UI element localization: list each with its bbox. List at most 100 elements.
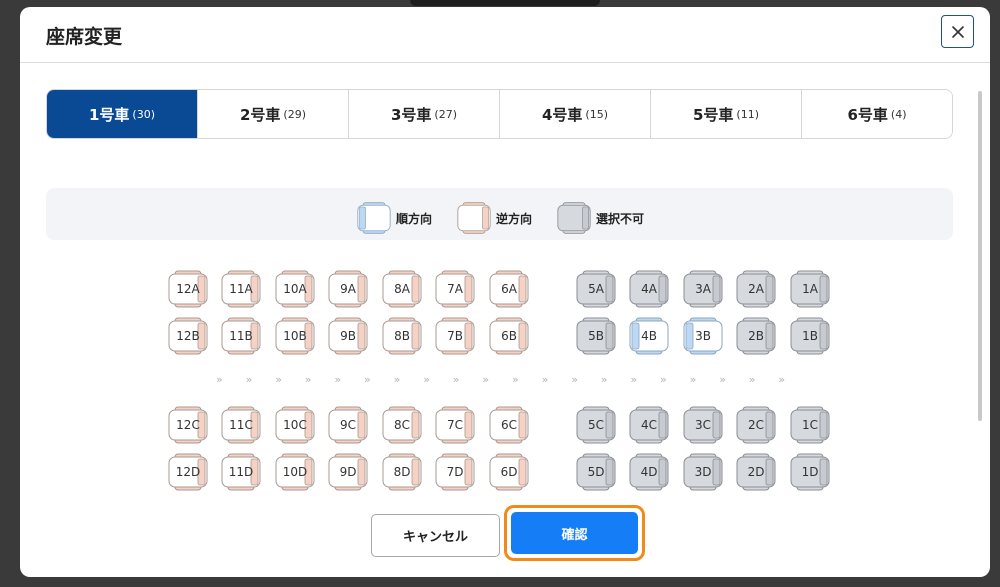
- aisle-direction-icon: »: [689, 373, 697, 386]
- seat-label: 11D: [228, 465, 254, 479]
- aisle-direction-icon: »: [719, 373, 726, 386]
- seat-label: 8C: [393, 418, 410, 432]
- seat-reverse-icon: [457, 202, 491, 234]
- tab-count: (30): [132, 107, 156, 121]
- seat-10A[interactable]: 10A: [274, 269, 316, 309]
- tab-count: (11): [736, 107, 760, 121]
- dialog-header: 座席変更: [20, 7, 990, 63]
- seat-label: 9B: [340, 329, 356, 343]
- seat-8A[interactable]: 8A: [381, 269, 423, 309]
- seat-4D: 4D: [628, 452, 670, 492]
- seat-label: 7C: [446, 418, 463, 432]
- seat-label: 8D: [393, 465, 411, 479]
- seat-label: 11A: [229, 282, 253, 296]
- seat-label: 1B: [802, 329, 818, 343]
- cancel-button[interactable]: キャンセル: [371, 514, 500, 557]
- aisle-direction-icon: »: [541, 373, 549, 386]
- seat-12A[interactable]: 12A: [167, 269, 209, 309]
- seat-10C[interactable]: 10C: [274, 405, 316, 445]
- seat-10D[interactable]: 10D: [274, 452, 316, 492]
- seat-1C: 1C: [789, 405, 831, 445]
- seat-12D[interactable]: 12D: [167, 452, 209, 492]
- aisle-direction-icon: »: [364, 373, 371, 386]
- seat-label: 3D: [694, 465, 712, 479]
- close-button[interactable]: [941, 15, 974, 48]
- tab-car-4[interactable]: 4号車 (15): [499, 90, 650, 138]
- seat-label: 1A: [802, 282, 818, 296]
- seat-2B: 2B: [735, 316, 777, 356]
- seat-label: 4D: [640, 465, 658, 479]
- seat-1A: 1A: [789, 269, 831, 309]
- aisle-direction-icon: »: [571, 373, 578, 386]
- seat-11D[interactable]: 11D: [220, 452, 262, 492]
- tab-count: (29): [283, 107, 307, 121]
- seat-3B[interactable]: 3B: [682, 316, 724, 356]
- seat-8D[interactable]: 8D: [381, 452, 423, 492]
- seat-9C[interactable]: 9C: [327, 405, 369, 445]
- seat-label: 2B: [748, 329, 764, 343]
- seat-label: 4C: [640, 418, 657, 432]
- seat-label: 7B: [447, 329, 463, 343]
- seat-label: 10D: [282, 465, 308, 479]
- aisle-direction-icon: »: [216, 373, 223, 386]
- seat-9D[interactable]: 9D: [327, 452, 369, 492]
- dialog-scrollbar-thumb[interactable]: [978, 91, 982, 421]
- seat-7C[interactable]: 7C: [434, 405, 476, 445]
- seat-11A[interactable]: 11A: [220, 269, 262, 309]
- seat-7A[interactable]: 7A: [434, 269, 476, 309]
- seat-label: 10B: [283, 329, 307, 343]
- seat-label: 10A: [283, 282, 307, 296]
- car-tabs: 1号車 (30) 2号車 (29) 3号車 (27) 4号車 (15) 5号車 (11) 6号車 (4…: [46, 89, 953, 139]
- seat-label: 12B: [176, 329, 200, 343]
- aisle-direction-icon: »: [630, 373, 637, 386]
- tab-label: 5号車: [692, 105, 734, 124]
- seat-9A[interactable]: 9A: [327, 269, 369, 309]
- seat-5A: 5A: [575, 269, 617, 309]
- seat-6D[interactable]: 6D: [488, 452, 530, 492]
- aisle-direction-icon: »: [423, 373, 430, 386]
- seat-11C[interactable]: 11C: [220, 405, 262, 445]
- seat-4B[interactable]: 4B: [628, 316, 670, 356]
- seat-label: 7D: [446, 465, 464, 479]
- seat-forward-icon: [357, 202, 391, 234]
- seat-12C[interactable]: 12C: [167, 405, 209, 445]
- tab-car-6[interactable]: 6号車 (4): [801, 90, 952, 138]
- seat-8B[interactable]: 8B: [381, 316, 423, 356]
- tab-label: 6号車: [847, 105, 888, 124]
- dialog-title: 座席変更: [46, 26, 123, 48]
- seat-10B[interactable]: 10B: [274, 316, 316, 356]
- tab-car-1[interactable]: 1号車 (30): [47, 90, 197, 138]
- seat-6B[interactable]: 6B: [488, 316, 530, 356]
- legend-forward: 順方向: [356, 201, 432, 235]
- seat-label: 1C: [801, 418, 818, 432]
- seat-9B[interactable]: 9B: [327, 316, 369, 356]
- seat-label: 8A: [394, 282, 410, 296]
- seat-2C: 2C: [735, 405, 777, 445]
- seat-label: 9C: [339, 418, 356, 432]
- tab-car-5[interactable]: 5号車 (11): [650, 90, 801, 138]
- seat-8C[interactable]: 8C: [381, 405, 423, 445]
- seat-7B[interactable]: 7B: [434, 316, 476, 356]
- aisle-direction-icon: »: [245, 373, 253, 386]
- confirm-button[interactable]: 確認: [511, 512, 638, 554]
- confirm-button-focus-ring: 確認: [504, 505, 645, 561]
- tab-car-3[interactable]: 3号車 (27): [348, 90, 499, 138]
- seat-label: 10C: [283, 418, 307, 432]
- seat-11B[interactable]: 11B: [220, 316, 262, 356]
- seat-label: 4B: [641, 329, 657, 343]
- close-icon: [951, 25, 964, 38]
- seat-7D[interactable]: 7D: [434, 452, 476, 492]
- legend-label: 選択不可: [596, 211, 645, 226]
- seat-12B[interactable]: 12B: [167, 316, 209, 356]
- aisle-direction-icon: »: [512, 373, 519, 386]
- seat-6C[interactable]: 6C: [488, 405, 530, 445]
- tab-count: (4): [890, 107, 907, 121]
- seat-6A[interactable]: 6A: [488, 269, 530, 309]
- seat-label: 11C: [229, 418, 253, 432]
- legend-unavailable: 選択不可: [556, 201, 644, 235]
- legend-label: 逆方向: [496, 211, 533, 226]
- aisle-direction-icon: »: [482, 373, 489, 386]
- tab-car-2[interactable]: 2号車 (29): [197, 90, 348, 138]
- aisle-direction-icon: »: [600, 373, 608, 386]
- seat-label: 12D: [175, 465, 201, 479]
